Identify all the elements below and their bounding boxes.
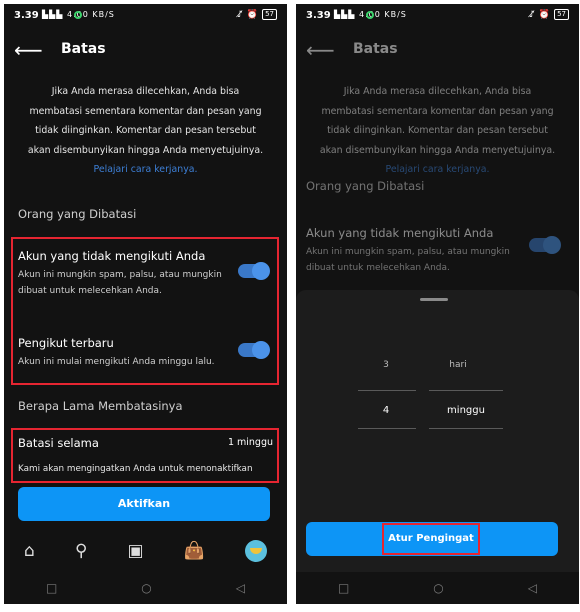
limit-value[interactable]: 1 minggu — [228, 437, 273, 448]
home-circle-icon[interactable]: ○ — [433, 581, 443, 595]
right-screen: 3.39 ▙▙▙ 4.00 KB/S ♪̸ ⏰ 57 ⟵ Batas Jika … — [296, 4, 579, 604]
activate-button[interactable]: Aktifkan — [18, 487, 270, 521]
search-icon[interactable]: ⚲ — [75, 541, 87, 561]
recents-icon[interactable]: □ — [338, 581, 349, 595]
duration-section-label: Berapa Lama Membatasinya — [18, 399, 183, 413]
status-bar: 3.39 ▙▙▙ 4.00 KB/S ♪̸ ⏰ 57 — [4, 4, 287, 28]
status-bar: 3.39 ▙▙▙ 4.00 KB/S ♪̸ ⏰ 57 — [296, 4, 579, 28]
system-nav-bar: □ ○ ◁ — [4, 576, 287, 600]
description-text: Jika Anda merasa dilecehkan, Anda bisa m… — [27, 86, 264, 156]
reminder-text: Kami akan mengingatkan Anda untuk menona… — [18, 464, 253, 474]
picker-number-selected[interactable]: 4 — [356, 405, 416, 416]
sheet-handle[interactable] — [420, 298, 448, 301]
option-title: Akun yang tidak mengikuti Anda — [306, 226, 494, 240]
page-title: Batas — [353, 41, 398, 57]
alarm-icon: ⏰ — [538, 9, 551, 20]
status-time: 3.39 — [306, 10, 331, 21]
mute-icon: ♪̸ — [529, 9, 535, 20]
learn-more-link[interactable]: Pelajari cara kerjanya. — [316, 160, 559, 180]
restricted-section-label: Orang yang Dibatasi — [18, 207, 137, 221]
header: ⟵ Batas — [296, 34, 579, 70]
option-subtitle: Akun ini mungkin spam, palsu, atau mungk… — [18, 270, 222, 296]
toggle-knob — [252, 341, 270, 359]
toggle-knob — [543, 236, 561, 254]
option-subtitle: Akun ini mulai mengikuti Anda minggu lal… — [18, 357, 215, 367]
toggle-non-followers[interactable] — [529, 236, 561, 254]
status-time: 3.39 — [14, 10, 39, 21]
picker-divider — [358, 428, 416, 429]
duration-picker-sheet: 3 hari 4 minggu Atur Pengingat — [296, 290, 579, 572]
option-title: Pengikut terbaru — [18, 336, 114, 350]
back-triangle-icon[interactable]: ◁ — [236, 581, 245, 595]
arrow-left-icon[interactable]: ⟵ — [14, 40, 43, 60]
restricted-section-label: Orang yang Dibatasi — [306, 179, 425, 193]
system-nav-bar: □ ○ ◁ — [296, 576, 579, 600]
limit-label[interactable]: Batasi selama — [18, 436, 99, 450]
header: ⟵ Batas — [4, 34, 287, 70]
battery-icon: 57 — [262, 9, 277, 20]
picker-unit-option[interactable]: hari — [428, 360, 488, 370]
picker-unit-selected[interactable]: minggu — [436, 405, 496, 416]
picker-divider — [429, 428, 503, 429]
home-circle-icon[interactable]: ○ — [141, 581, 151, 595]
recents-icon[interactable]: □ — [46, 581, 57, 595]
learn-more-link[interactable]: Pelajari cara kerjanya. — [24, 160, 267, 180]
picker-number-option[interactable]: 3 — [356, 360, 416, 370]
battery-icon: 57 — [554, 9, 569, 20]
page-title: Batas — [61, 41, 106, 57]
alarm-icon: ⏰ — [246, 9, 259, 20]
reels-icon[interactable]: ▣ — [127, 541, 143, 561]
home-icon[interactable]: ⌂ — [24, 541, 35, 561]
notification-icon — [74, 11, 82, 19]
option-non-followers[interactable]: Akun yang tidak mengikuti Anda Akun ini … — [18, 249, 228, 299]
shop-icon[interactable]: 👜 — [184, 541, 205, 561]
option-recent-followers[interactable]: Pengikut terbaru Akun ini mulai mengikut… — [18, 336, 228, 370]
mute-icon: ♪̸ — [237, 9, 243, 20]
picker-divider — [429, 390, 503, 391]
description: Jika Anda merasa dilecehkan, Anda bisa m… — [316, 82, 559, 180]
status-right: ♪̸ ⏰ 57 — [529, 9, 569, 20]
picker-divider — [358, 390, 416, 391]
toggle-recent-followers[interactable] — [238, 341, 270, 359]
profile-avatar[interactable] — [244, 540, 267, 562]
option-non-followers[interactable]: Akun yang tidak mengikuti Anda Akun ini … — [306, 226, 516, 276]
option-subtitle: Akun ini mungkin spam, palsu, atau mungk… — [306, 247, 510, 273]
option-title: Akun yang tidak mengikuti Anda — [18, 249, 206, 263]
left-screen: 3.39 ▙▙▙ 4.00 KB/S ♪̸ ⏰ 57 ⟵ Batas Jika … — [4, 4, 287, 604]
set-reminder-button[interactable]: Atur Pengingat — [382, 523, 480, 555]
status-right: ♪̸ ⏰ 57 — [237, 9, 277, 20]
description-text: Jika Anda merasa dilecehkan, Anda bisa m… — [319, 86, 556, 156]
description: Jika Anda merasa dilecehkan, Anda bisa m… — [24, 82, 267, 180]
toggle-non-followers[interactable] — [238, 262, 270, 280]
notification-icon — [366, 11, 374, 19]
tab-bar: ⌂ ⚲ ▣ 👜 — [4, 532, 287, 570]
toggle-knob — [252, 262, 270, 280]
back-triangle-icon[interactable]: ◁ — [528, 581, 537, 595]
arrow-left-icon[interactable]: ⟵ — [306, 40, 335, 60]
